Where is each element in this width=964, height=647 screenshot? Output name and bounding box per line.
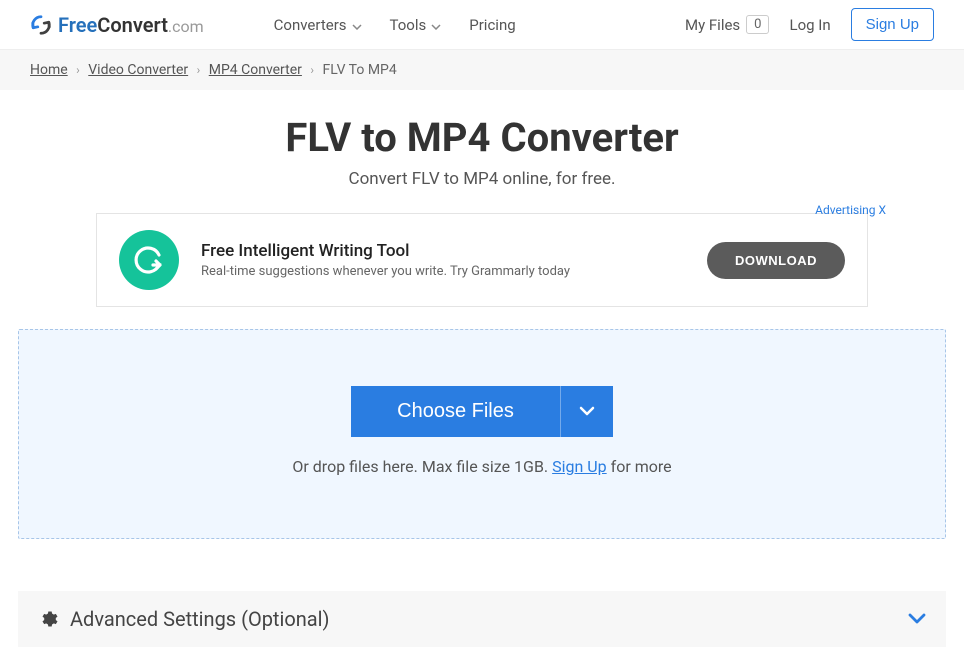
signup-button[interactable]: Sign Up (851, 8, 934, 41)
advanced-left: Advanced Settings (Optional) (38, 607, 330, 631)
site-logo[interactable]: Free Convert .com (30, 13, 204, 37)
ad-download-button[interactable]: DOWNLOAD (707, 242, 845, 279)
my-files-link[interactable]: My Files 0 (685, 15, 770, 34)
chevron-down-icon (352, 16, 362, 34)
drop-hint-signup[interactable]: Sign Up (552, 457, 607, 476)
nav-pricing[interactable]: Pricing (469, 16, 515, 34)
nav-pricing-label: Pricing (469, 16, 515, 34)
ad-box[interactable]: Free Intelligent Writing Tool Real-time … (96, 213, 868, 307)
ad-container: Advertising X Free Intelligent Writing T… (0, 199, 964, 307)
breadcrumb-home[interactable]: Home (30, 62, 68, 78)
choose-files-button[interactable]: Choose Files (351, 386, 560, 437)
choose-files-dropdown[interactable] (560, 386, 613, 437)
breadcrumb: Home › Video Converter › MP4 Converter ›… (0, 50, 964, 90)
advanced-title: Advanced Settings (Optional) (70, 607, 330, 631)
chevron-right-icon: › (76, 63, 80, 77)
my-files-label: My Files (685, 16, 740, 34)
nav-tools-label: Tools (390, 16, 427, 34)
grammarly-icon (119, 230, 179, 290)
logo-text: Free Convert .com (58, 13, 204, 37)
chevron-right-icon: › (310, 63, 314, 77)
header-bar: Free Convert .com Converters Tools Prici… (0, 0, 964, 50)
main-title-area: FLV to MP4 Converter Convert FLV to MP4 … (0, 90, 964, 199)
login-link[interactable]: Log In (789, 16, 830, 34)
nav-menu: Converters Tools Pricing (274, 16, 516, 34)
choose-files-row: Choose Files (351, 386, 613, 437)
nav-converters[interactable]: Converters (274, 16, 362, 34)
file-count-badge: 0 (746, 15, 769, 34)
advanced-settings-toggle[interactable]: Advanced Settings (Optional) (18, 591, 946, 647)
chevron-right-icon: › (197, 63, 201, 77)
ad-title: Free Intelligent Writing Tool (201, 241, 685, 261)
drop-hint-suffix: for more (607, 457, 672, 476)
logo-icon (30, 14, 52, 36)
chevron-down-icon (579, 404, 595, 419)
nav-left: Free Convert .com Converters Tools Prici… (30, 13, 516, 37)
nav-right: My Files 0 Log In Sign Up (685, 8, 934, 41)
breadcrumb-mp4-converter[interactable]: MP4 Converter (209, 62, 302, 78)
ad-close-link[interactable]: Advertising X (815, 203, 886, 217)
ad-text: Free Intelligent Writing Tool Real-time … (201, 241, 685, 279)
page-title: FLV to MP4 Converter (30, 114, 934, 161)
breadcrumb-video-converter[interactable]: Video Converter (88, 62, 188, 78)
logo-free: Free (58, 13, 97, 37)
chevron-down-icon (908, 610, 926, 629)
ad-subtitle: Real-time suggestions whenever you write… (201, 264, 685, 279)
nav-converters-label: Converters (274, 16, 347, 34)
logo-convert: Convert (97, 13, 168, 37)
nav-tools[interactable]: Tools (390, 16, 442, 34)
dropzone-wrap: Choose Files Or drop files here. Max fil… (0, 307, 964, 539)
chevron-down-icon (431, 16, 441, 34)
breadcrumb-current: FLV To MP4 (322, 62, 396, 78)
logo-dotcom: .com (168, 17, 204, 36)
gear-icon (38, 609, 58, 629)
file-dropzone[interactable]: Choose Files Or drop files here. Max fil… (18, 329, 946, 539)
drop-hint-prefix: Or drop files here. Max file size 1GB. (292, 457, 552, 476)
advanced-wrap: Advanced Settings (Optional) (0, 539, 964, 647)
page-subtitle: Convert FLV to MP4 online, for free. (30, 169, 934, 189)
drop-hint: Or drop files here. Max file size 1GB. S… (39, 457, 925, 476)
